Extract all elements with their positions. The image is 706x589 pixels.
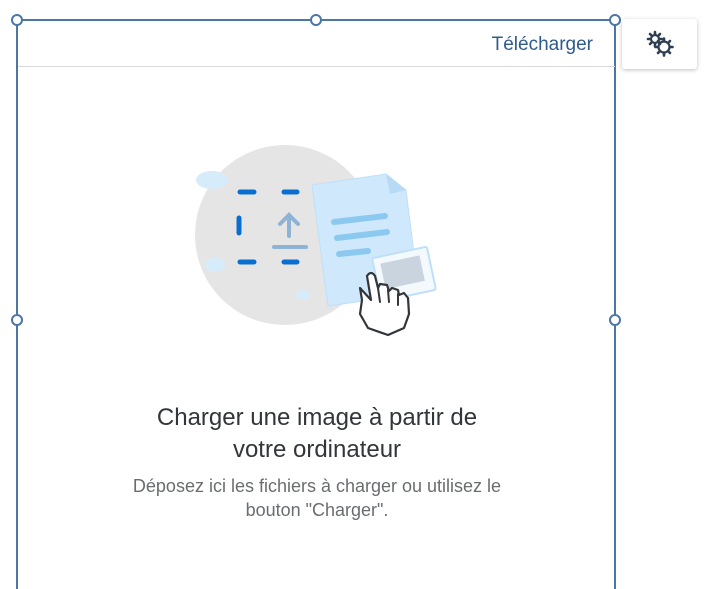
panel-toolbar: Télécharger (18, 21, 615, 67)
upload-title: Charger une image à partir de votre ordi… (100, 402, 534, 466)
upload-title-line2: votre ordinateur (232, 436, 402, 463)
settings-button[interactable] (622, 19, 697, 69)
upload-title-line1: Charger une image à partir de (156, 404, 478, 431)
gears-icon (646, 30, 674, 57)
upload-hint-line1: Déposez ici les fichiers à charger ou ut… (132, 476, 502, 496)
upload-hint-line2: bouton "Charger". (245, 500, 389, 520)
resize-handle-middle-right[interactable] (609, 314, 621, 326)
upload-illustration (195, 145, 437, 337)
download-link[interactable]: Télécharger (492, 34, 593, 56)
resize-handle-middle-left[interactable] (11, 314, 23, 326)
upload-hint: Déposez ici les fichiers à charger ou ut… (90, 474, 544, 522)
